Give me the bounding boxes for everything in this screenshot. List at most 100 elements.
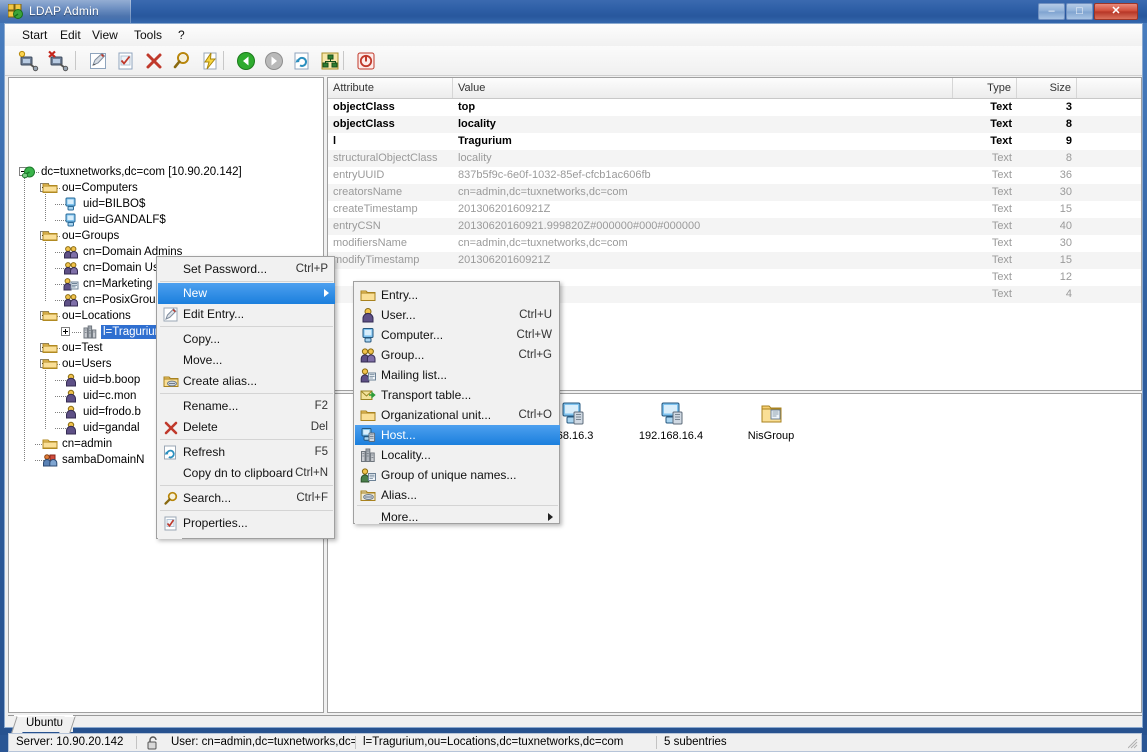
tree-node-label: cn=admin [62, 438, 113, 450]
submenu-item-label: Alias... [381, 488, 418, 502]
menu-item-copy-dn[interactable]: Copy dn to clipboard Ctrl+N [158, 463, 335, 484]
tree-node-label: uid=frodo.b [83, 406, 141, 418]
back-icon[interactable] [235, 50, 257, 72]
menu-item-label: Search... [183, 491, 232, 505]
cell-size: 8 [1065, 118, 1072, 130]
menu-item-search[interactable]: Search... Ctrl+F [158, 488, 335, 509]
search-icon[interactable] [171, 50, 193, 72]
submenu-item-user[interactable]: User... Ctrl+U [355, 305, 560, 325]
expander-plus-icon[interactable] [61, 327, 70, 336]
tree-node-label: uid=gandal [83, 422, 140, 434]
menu-separator [160, 510, 333, 511]
table-row[interactable]: modifyTimestamp 20130620160921Z Text 15 [328, 252, 1141, 269]
column-header-value[interactable]: Value [453, 78, 953, 98]
submenu-item-accel: Ctrl+G [518, 349, 552, 361]
submenu-item-label: More... [381, 510, 419, 524]
menu-item-accel: F5 [314, 446, 328, 458]
status-server: Server: 10.90.20.142 [16, 736, 124, 748]
cell-type: Text [991, 220, 1012, 232]
table-row[interactable]: objectClass top Text 3 [328, 99, 1141, 116]
tree-node-label: uid=b.boop [83, 374, 141, 386]
menu-item-new[interactable]: New [158, 283, 335, 304]
status-user: User: cn=admin,dc=tuxnetworks,dc=c [171, 736, 355, 748]
menu-item-move[interactable]: Move... [158, 350, 335, 371]
new-entry-icon[interactable] [115, 50, 137, 72]
list-item[interactable]: 192.168.16.4 [623, 400, 719, 442]
menu-start[interactable]: Start [15, 27, 54, 43]
table-row[interactable]: creatorsName cn=admin,dc=tuxnetworks,dc=… [328, 184, 1141, 201]
maximize-icon: □ [1076, 5, 1083, 17]
menu-view[interactable]: View [85, 27, 125, 43]
group-icon [63, 261, 79, 275]
submenu-item-host[interactable]: Host... [355, 425, 560, 445]
refresh-icon[interactable] [291, 50, 313, 72]
connect-icon[interactable] [17, 50, 39, 72]
submenu-item-label: Group... [381, 348, 425, 362]
submenu-item-transport-table[interactable]: Transport table... [355, 385, 560, 405]
tree-node-label: ou=Locations [62, 310, 131, 322]
menu-help[interactable]: ? [171, 27, 192, 43]
submenu-item-label: Mailing list... [381, 368, 448, 382]
submenu-item-group-of-unique-names[interactable]: Group of unique names... [355, 465, 560, 485]
submenu-item-organizational-unit[interactable]: Organizational unit... Ctrl+O [355, 405, 560, 425]
cell-size: 4 [1065, 288, 1072, 300]
submenu-item-label: Organizational unit... [381, 408, 492, 422]
submenu-item-group[interactable]: Group... Ctrl+G [355, 345, 560, 365]
list-item[interactable]: NisGroup [723, 400, 819, 442]
menu-item-refresh[interactable]: Refresh F5 [158, 442, 335, 463]
column-header-type[interactable]: Type [953, 78, 1017, 98]
tab-ubuntu[interactable]: Ubuntu [14, 715, 74, 732]
delete-icon[interactable] [143, 50, 165, 72]
menu-bar: Start Edit View Tools ? [5, 24, 1142, 47]
edit-entry-icon[interactable] [87, 50, 109, 72]
submenu-item-mailing-list[interactable]: Mailing list... [355, 365, 560, 385]
attribute-grid-header: Attribute Value Type Size [328, 78, 1141, 99]
table-row[interactable]: createTimestamp 20130620160921Z Text 15 [328, 201, 1141, 218]
submenu-item-more[interactable]: More... [355, 507, 560, 527]
context-menu[interactable]: Set Password... Ctrl+P New Edit Entry...… [156, 256, 335, 539]
submenu-item-entry[interactable]: Entry... [355, 285, 560, 305]
table-row[interactable]: structuralObjectClass locality Text 8 [328, 150, 1141, 167]
minimize-button[interactable]: – [1038, 3, 1065, 20]
app-icon [8, 4, 23, 19]
submenu-item-alias[interactable]: Alias... [355, 485, 560, 505]
submenu-item-label: Transport table... [381, 388, 472, 402]
column-header-size[interactable]: Size [1017, 78, 1077, 98]
power-icon[interactable] [355, 50, 377, 72]
menu-item-label: Rename... [183, 399, 239, 413]
table-row[interactable]: entryUUID 837b5f9c-6e0f-1032-85ef-cfcb1a… [328, 167, 1141, 184]
menu-item-label: Move... [183, 353, 223, 367]
cell-attribute: createTimestamp [333, 203, 418, 215]
forward-icon[interactable] [263, 50, 285, 72]
disconnect-icon[interactable] [47, 50, 69, 72]
menu-edit[interactable]: Edit [53, 27, 88, 43]
cell-size: 30 [1059, 237, 1072, 249]
server-icon [21, 165, 37, 179]
menu-item-delete[interactable]: Delete Del [158, 417, 335, 438]
table-row[interactable]: l Tragurium Text 9 [328, 133, 1141, 150]
menu-item-rename[interactable]: Rename... F2 [158, 396, 335, 417]
bulk-action-icon[interactable] [199, 50, 221, 72]
menu-item-edit-entry[interactable]: Edit Entry... [158, 304, 335, 325]
close-button[interactable]: ✕ [1094, 3, 1138, 20]
menu-item-set-password[interactable]: Set Password... Ctrl+P [158, 259, 335, 280]
resize-grip-icon[interactable] [1128, 739, 1138, 749]
column-header-attribute[interactable]: Attribute [328, 78, 453, 98]
status-bar: Server: 10.90.20.142 User: cn=admin,dc=t… [8, 733, 1142, 752]
toolbar-separator [75, 51, 76, 70]
submenu-item-computer[interactable]: Computer... Ctrl+W [355, 325, 560, 345]
menu-item-copy[interactable]: Copy... [158, 329, 335, 350]
status-divider [656, 736, 657, 749]
table-row[interactable]: entryCSN 20130620160921.999820Z#000000#0… [328, 218, 1141, 235]
menu-item-create-alias[interactable]: Create alias... [158, 371, 335, 392]
table-row[interactable]: modifiersName cn=admin,dc=tuxnetworks,dc… [328, 235, 1141, 252]
schema-icon[interactable] [319, 50, 341, 72]
menu-item-properties[interactable]: Properties... [158, 513, 335, 534]
menu-tools[interactable]: Tools [127, 27, 169, 43]
submenu-item-locality[interactable]: Locality... [355, 445, 560, 465]
cell-size: 8 [1065, 152, 1072, 164]
table-row[interactable]: objectClass locality Text 8 [328, 116, 1141, 133]
menu-item-accel: Ctrl+P [295, 263, 328, 275]
new-submenu[interactable]: Entry... User... Ctrl+U Computer... Ctrl… [353, 281, 560, 524]
maximize-button[interactable]: □ [1066, 3, 1093, 20]
